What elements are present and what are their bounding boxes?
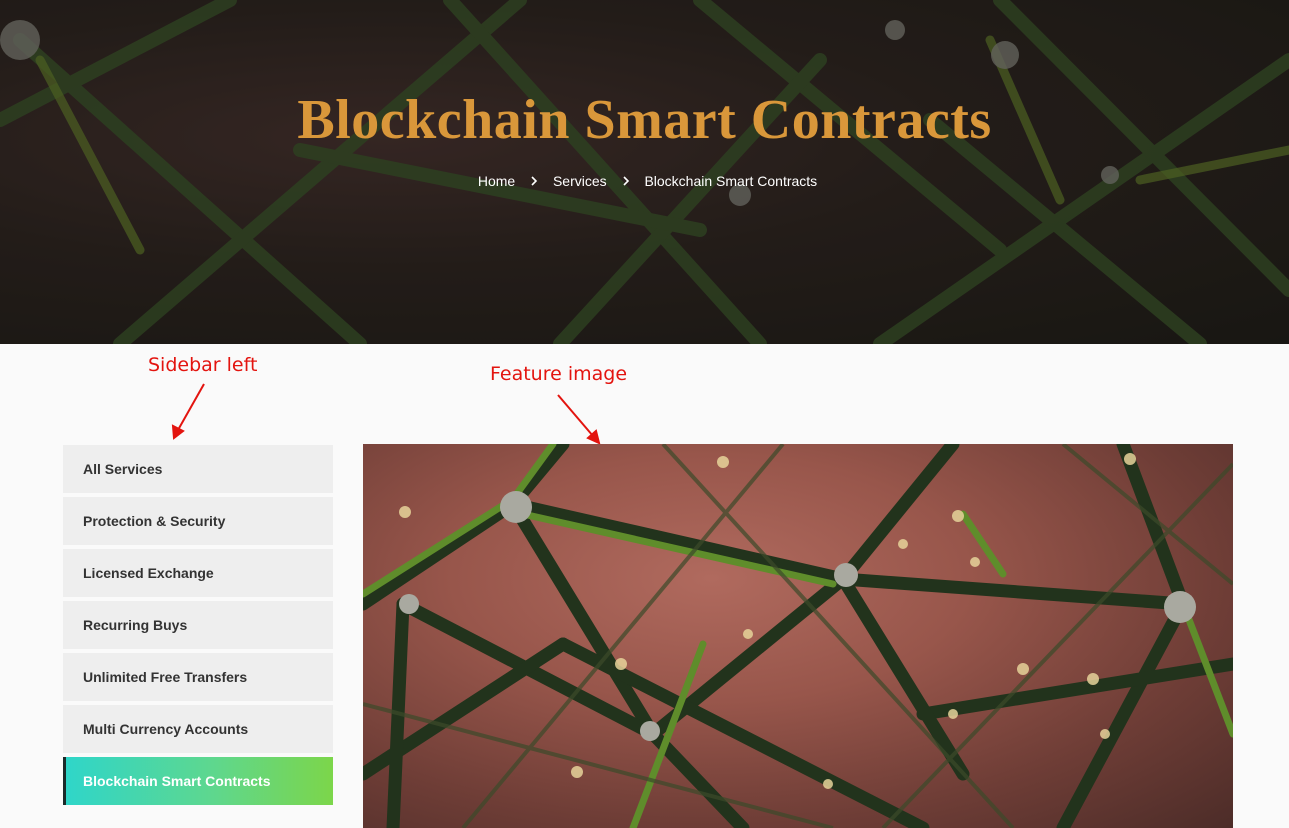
chevron-right-icon	[530, 173, 538, 189]
sidebar-item-protection-security[interactable]: Protection & Security	[63, 497, 333, 545]
breadcrumb: Home Services Blockchain Smart Contracts	[0, 172, 1289, 189]
annotation-arrow-sidebar	[177, 383, 205, 431]
sidebar-item-multi-currency-accounts[interactable]: Multi Currency Accounts	[63, 705, 333, 753]
sidebar-item-blockchain-smart-contracts[interactable]: Blockchain Smart Contracts	[63, 757, 333, 805]
sidebar-item-licensed-exchange[interactable]: Licensed Exchange	[63, 549, 333, 597]
annotation-sidebar-label: Sidebar left	[148, 354, 258, 376]
hero-banner: Blockchain Smart Contracts Home Services…	[0, 0, 1289, 344]
sidebar-item-unlimited-free-transfers[interactable]: Unlimited Free Transfers	[63, 653, 333, 701]
breadcrumb-home-link[interactable]: Home	[478, 173, 515, 189]
breadcrumb-services-link[interactable]: Services	[553, 173, 607, 189]
annotation-feature-label: Feature image	[490, 363, 628, 385]
breadcrumb-current: Blockchain Smart Contracts	[644, 173, 818, 190]
feature-image-graphic	[363, 444, 1233, 828]
arrow-head-icon	[171, 424, 185, 440]
sidebar-item-recurring-buys[interactable]: Recurring Buys	[63, 601, 333, 649]
annotation-arrow-feature	[557, 394, 594, 437]
page-title: Blockchain Smart Contracts	[297, 89, 992, 151]
chevron-right-icon	[622, 173, 630, 189]
feature-image	[363, 444, 1233, 828]
services-sidebar: All Services Protection & Security Licen…	[63, 445, 333, 809]
arrow-head-icon	[586, 429, 601, 445]
sidebar-item-all-services[interactable]: All Services	[63, 445, 333, 493]
